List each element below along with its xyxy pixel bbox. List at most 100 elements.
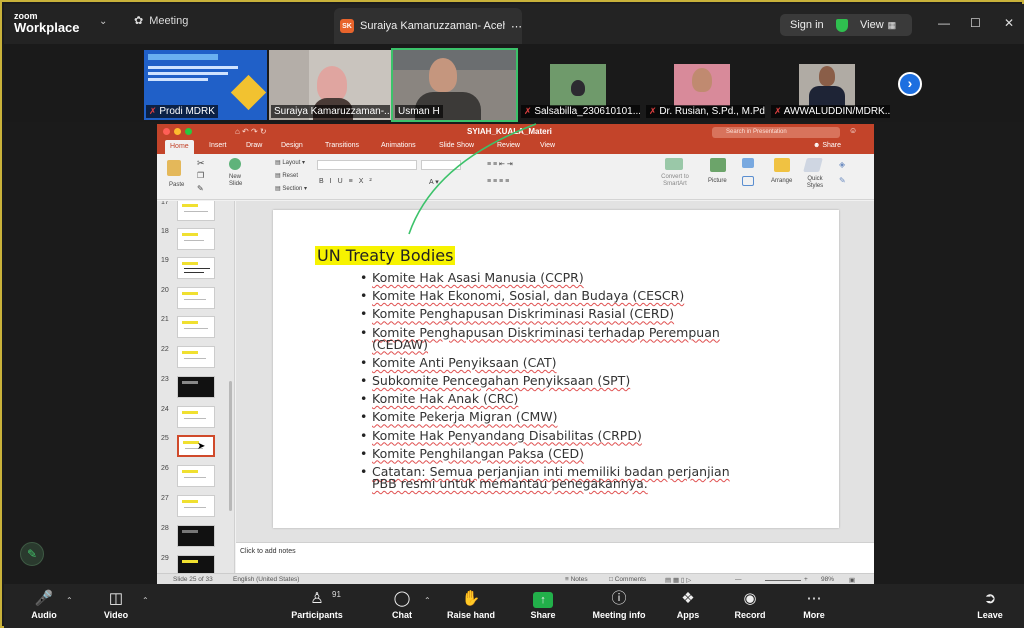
smartart-icon[interactable] — [665, 158, 683, 170]
view-mode-icons[interactable]: ▤ ▦ ▯ ▷ — [665, 576, 691, 584]
tab-draw[interactable]: Draw — [246, 142, 262, 149]
new-slide-label[interactable]: New Slide — [229, 174, 255, 188]
picture-icon[interactable] — [710, 158, 726, 172]
textbox-icon[interactable] — [742, 176, 754, 186]
zoom-dot-icon[interactable] — [185, 128, 192, 135]
meeting-info-button[interactable]: ⓘ Meeting info — [584, 588, 654, 620]
slide-thumbnail[interactable]: 27 — [161, 495, 225, 523]
slide-thumbnail[interactable]: 24 — [161, 406, 225, 434]
layout-button[interactable]: ▤ Layout ▾ — [275, 159, 305, 166]
comments-toggle[interactable]: □ Comments — [609, 576, 646, 583]
zoom-in-icon[interactable]: + — [804, 576, 808, 583]
apps-button[interactable]: ❖ Apps — [653, 588, 723, 620]
quick-access-icons[interactable]: ⌂ ↶ ↷ ↻ — [235, 127, 267, 136]
tab-view[interactable]: View — [540, 142, 555, 149]
active-meeting-tab[interactable]: SK Suraiya Kamaruzzaman- Aceh's sc ⋯ — [334, 8, 522, 44]
video-tile[interactable]: ✗ Dr. Rusian, S.Pd., M.Pd. — [644, 50, 767, 120]
video-button[interactable]: ◫ Video — [81, 588, 151, 620]
tab-review[interactable]: Review — [497, 142, 520, 149]
font-size-field[interactable] — [421, 160, 461, 170]
ppt-search-input[interactable]: Search in Presentation — [712, 127, 840, 138]
zoom-out-icon[interactable]: — — [735, 576, 742, 583]
tab-insert[interactable]: Insert — [209, 142, 227, 149]
picture-label[interactable]: Picture — [708, 178, 727, 184]
tab-design[interactable]: Design — [281, 142, 303, 149]
font-color-icon[interactable]: A ▾ — [429, 178, 439, 186]
meeting-tab[interactable]: ✿ Meeting — [134, 14, 188, 28]
more-options-icon[interactable]: ⋯ — [511, 20, 522, 33]
tab-slide-show[interactable]: Slide Show — [439, 142, 474, 149]
arrange-icon[interactable] — [774, 158, 790, 172]
slide-thumbnail[interactable]: 19 — [161, 257, 225, 285]
quick-styles-icon[interactable] — [803, 158, 823, 172]
minimize-icon[interactable]: — — [938, 16, 950, 30]
language-status[interactable]: English (United States) — [233, 576, 299, 583]
chevron-up-icon[interactable]: ⌃ — [142, 596, 149, 605]
chevron-up-icon[interactable]: ⌃ — [424, 596, 431, 605]
record-button[interactable]: ◉ Record — [715, 588, 785, 620]
slide-thumbnail[interactable]: 29 — [161, 555, 225, 573]
close-dot-icon[interactable] — [163, 128, 170, 135]
mic-muted-icon: ✗ — [149, 106, 157, 116]
more-button[interactable]: ⋯ More — [779, 588, 849, 620]
section-button[interactable]: ▤ Section ▾ — [275, 185, 307, 192]
raise-hand-button[interactable]: ✋ Raise hand — [436, 588, 506, 620]
new-slide-icon[interactable] — [229, 158, 241, 170]
font-name-field[interactable] — [317, 160, 417, 170]
paragraph-list-icons[interactable]: ≡ ≡ ⇤ ⇥ — [487, 160, 513, 168]
close-icon[interactable]: ✕ — [1004, 16, 1014, 30]
shape-outline-icon[interactable]: ✎ — [839, 176, 846, 185]
slide-thumbnail[interactable]: 20 — [161, 287, 225, 315]
video-tile-active-speaker[interactable]: Usman H — [391, 48, 518, 122]
minimize-dot-icon[interactable] — [174, 128, 181, 135]
slide-thumbnail[interactable]: 23 — [161, 376, 225, 404]
zoom-slider[interactable] — [765, 580, 801, 581]
copy-icon[interactable]: ❐ — [197, 171, 204, 180]
font-format-icons[interactable]: BIU≡X² — [319, 178, 378, 185]
share-screen-button[interactable]: ↑ Share — [508, 588, 578, 620]
arrange-label[interactable]: Arrange — [771, 178, 792, 184]
thumbnail-scrollbar[interactable] — [229, 381, 232, 511]
participants-button[interactable]: ♙ Participants — [282, 588, 352, 620]
video-tile[interactable]: ✗ Prodi MDRK — [144, 50, 267, 120]
cut-icon[interactable]: ✂ — [197, 158, 205, 169]
current-slide[interactable]: UN Treaty Bodies Komite Hak Asasi Manusi… — [273, 210, 839, 528]
slide-thumbnail[interactable]: 26 — [161, 465, 225, 493]
next-page-button[interactable]: › — [898, 72, 922, 96]
video-tile[interactable]: Suraiya Kamaruzzaman-... — [269, 50, 392, 120]
reset-button[interactable]: ▤ Reset — [275, 172, 298, 179]
notes-pane[interactable]: Click to add notes — [236, 542, 874, 573]
convert-smartart-label[interactable]: Convert to SmartArt — [657, 174, 693, 188]
slide-thumbnail-selected[interactable]: 25 ➤ — [161, 435, 225, 463]
shape-fill-icon[interactable]: ◈ — [839, 160, 845, 169]
chevron-up-icon[interactable]: ⌃ — [66, 596, 73, 605]
quick-styles-label[interactable]: Quick Styles — [803, 176, 827, 190]
annotate-pen-button[interactable]: ✎ — [20, 542, 44, 566]
shapes-icon[interactable] — [742, 158, 754, 168]
video-tile[interactable]: ✗ Salsabilla_230610101... — [519, 50, 642, 120]
video-tile[interactable]: ✗ AWWALUDDIN/MDRK... — [769, 50, 892, 120]
format-painter-icon[interactable]: ✎ — [197, 184, 204, 193]
maximize-icon[interactable]: ☐ — [970, 16, 981, 30]
slide-thumbnail[interactable]: 18 — [161, 228, 225, 256]
leave-button[interactable]: ➲ Leave — [955, 588, 1024, 620]
slide-thumbnail[interactable]: 21 — [161, 316, 225, 344]
paste-icon[interactable] — [167, 160, 181, 176]
sign-in-button[interactable]: Sign in — [780, 19, 836, 31]
slide-thumbnail[interactable]: 22 — [161, 346, 225, 374]
tab-home[interactable]: Home — [165, 140, 194, 154]
list-item: Komite Anti Penyiksaan (CAT) — [360, 356, 730, 369]
tab-animations[interactable]: Animations — [381, 142, 416, 149]
slide-thumbnail[interactable]: 28 — [161, 525, 225, 553]
tile-name: ✗ Dr. Rusian, S.Pd., M.Pd. — [646, 105, 765, 118]
account-icon[interactable]: ☺ — [849, 126, 857, 135]
slide-thumbnail[interactable]: 17 — [161, 201, 225, 227]
paragraph-align-icons[interactable]: ≡ ≡ ≡ ≡ — [487, 178, 509, 185]
ribbon-tabs: Home Insert Draw Design Transitions Anim… — [157, 140, 874, 154]
tab-transitions[interactable]: Transitions — [325, 142, 359, 149]
view-button[interactable]: View — [860, 19, 884, 31]
fit-to-window-icon[interactable]: ▣ — [849, 576, 855, 584]
chevron-down-icon[interactable]: ⌄ — [99, 16, 107, 27]
notes-toggle[interactable]: ≡ Notes — [565, 576, 588, 583]
ppt-share-button[interactable]: ☻ Share — [813, 142, 841, 149]
